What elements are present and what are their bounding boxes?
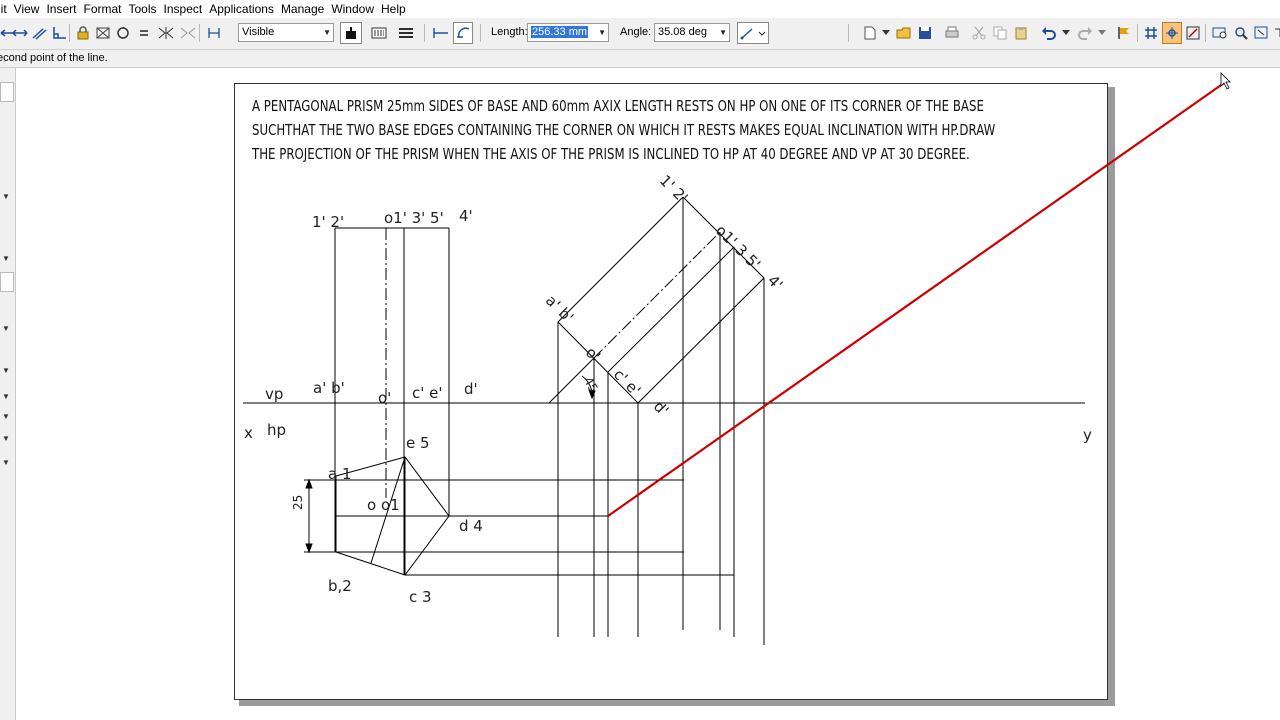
label-d4: d 4 xyxy=(459,517,483,535)
label-o-prime: o' xyxy=(378,389,392,407)
problem-statement-line-3: THE PROJECTION OF THE PRISM WHEN THE AXI… xyxy=(252,145,970,163)
label-4-prime: 4' xyxy=(459,207,473,225)
label-d-prime: d' xyxy=(464,380,478,398)
label-a-b-prime: a' b' xyxy=(313,379,345,397)
label-o-o1: o o1 xyxy=(367,496,400,514)
label-c3: c 3 xyxy=(409,588,432,606)
label-y: y xyxy=(1083,426,1092,444)
label-c-e-prime: c' e' xyxy=(412,384,443,402)
label-x: x xyxy=(244,424,253,442)
problem-statement-line-2: SUCHTHAT THE TWO BASE EDGES CONTAINING T… xyxy=(252,121,996,139)
tilted-view-projectors[interactable] xyxy=(557,197,765,645)
label-b2: b,2 xyxy=(328,577,352,595)
top-view-projectors[interactable] xyxy=(336,479,734,576)
problem-statement-line-1: A PENTAGONAL PRISM 25mm SIDES OF BASE AN… xyxy=(252,97,984,115)
mouse-cursor xyxy=(1220,72,1231,90)
label-e5: e 5 xyxy=(406,434,430,452)
dimension-25[interactable] xyxy=(304,478,336,554)
label-1-2-prime: 1' 2' xyxy=(312,213,345,231)
label-hp: hp xyxy=(267,421,287,439)
label-a1: a 1 xyxy=(328,465,352,483)
label-dim-25: 25 xyxy=(291,494,305,510)
label-vp: vp xyxy=(265,385,284,403)
label-o1-3-5-prime: o1' 3' 5' xyxy=(384,209,444,227)
